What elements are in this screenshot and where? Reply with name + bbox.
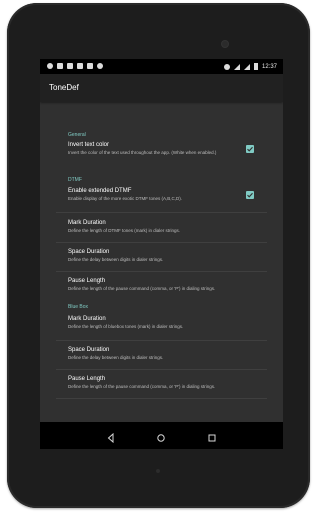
home-icon[interactable] — [156, 430, 166, 442]
checkmark-icon — [247, 192, 253, 198]
notification-icon — [47, 63, 53, 69]
pref-title: Invert text color — [68, 142, 110, 148]
app-bar: ToneDef — [40, 74, 283, 102]
app-title: ToneDef — [49, 83, 79, 92]
pref-dtmf-space-duration[interactable]: Space Duration Define the delay between … — [56, 243, 267, 271]
pref-invert-text-color[interactable]: Invert text color Invert the color of th… — [56, 140, 267, 168]
pref-title: Pause Length — [68, 376, 106, 382]
email-icon — [67, 63, 73, 69]
signal-icon — [243, 63, 250, 70]
pref-summary: Define the length of DTMF tones (mark) i… — [68, 228, 181, 233]
section-header-blue-box: Blue Box — [68, 304, 89, 310]
alarm-icon — [223, 63, 230, 70]
linkedin-icon — [77, 63, 83, 69]
status-bar-notifications — [47, 63, 103, 69]
wifi-icon — [233, 63, 240, 70]
pref-summary: Define the delay between digits in diale… — [68, 257, 164, 262]
pref-title: Enable extended DTMF — [68, 188, 132, 194]
pref-bluebox-mark-duration[interactable]: Mark Duration Define the length of blueb… — [56, 312, 267, 340]
section-header-dtmf: DTMF — [68, 177, 82, 183]
device-sensor — [156, 469, 160, 473]
navigation-bar — [40, 422, 283, 449]
extended-dtmf-checkbox[interactable] — [246, 191, 254, 199]
pref-summary: Define the length of the pause command (… — [68, 286, 216, 291]
screen: 12:37 ToneDef General Invert text color … — [40, 59, 283, 449]
pref-title: Space Duration — [68, 347, 110, 353]
pref-title: Pause Length — [68, 278, 106, 284]
pref-summary: Define the length of the pause command (… — [68, 384, 216, 389]
pref-bluebox-space-duration[interactable]: Space Duration Define the delay between … — [56, 341, 267, 369]
tablet-device: 12:37 ToneDef General Invert text color … — [7, 3, 310, 508]
pref-dtmf-pause-length[interactable]: Pause Length Define the length of the pa… — [56, 272, 267, 300]
pref-bluebox-pause-length[interactable]: Pause Length Define the length of the pa… — [56, 370, 267, 398]
divider — [56, 212, 267, 213]
front-camera — [222, 41, 228, 47]
pref-summary: Define the length of bluebox tones (mark… — [68, 324, 184, 329]
android-icon — [97, 63, 103, 69]
pref-dtmf-mark-duration[interactable]: Mark Duration Define the length of DTMF … — [56, 214, 267, 242]
recents-icon[interactable] — [207, 430, 217, 442]
back-icon[interactable] — [106, 430, 116, 444]
pref-title: Mark Duration — [68, 220, 106, 226]
status-bar: 12:37 — [40, 59, 283, 74]
settings-list: General Invert text color Invert the col… — [56, 102, 267, 422]
status-time: 12:37 — [261, 63, 277, 70]
pref-summary: Enable display of the more exotic DTMF t… — [68, 196, 183, 201]
pref-enable-extended-dtmf[interactable]: Enable extended DTMF Enable display of t… — [56, 186, 267, 212]
photo-icon — [87, 63, 93, 69]
checkmark-icon — [247, 146, 253, 152]
pref-summary: Define the delay between digits in diale… — [68, 355, 164, 360]
section-header-general: General — [68, 132, 86, 138]
battery-icon — [253, 63, 258, 70]
pref-summary: Invert the color of the text used throug… — [68, 150, 217, 155]
pref-title: Space Duration — [68, 249, 110, 255]
image-icon — [57, 63, 63, 69]
invert-text-color-checkbox[interactable] — [246, 145, 254, 153]
status-bar-system: 12:37 — [223, 63, 277, 70]
divider — [56, 398, 267, 399]
pref-title: Mark Duration — [68, 316, 106, 322]
